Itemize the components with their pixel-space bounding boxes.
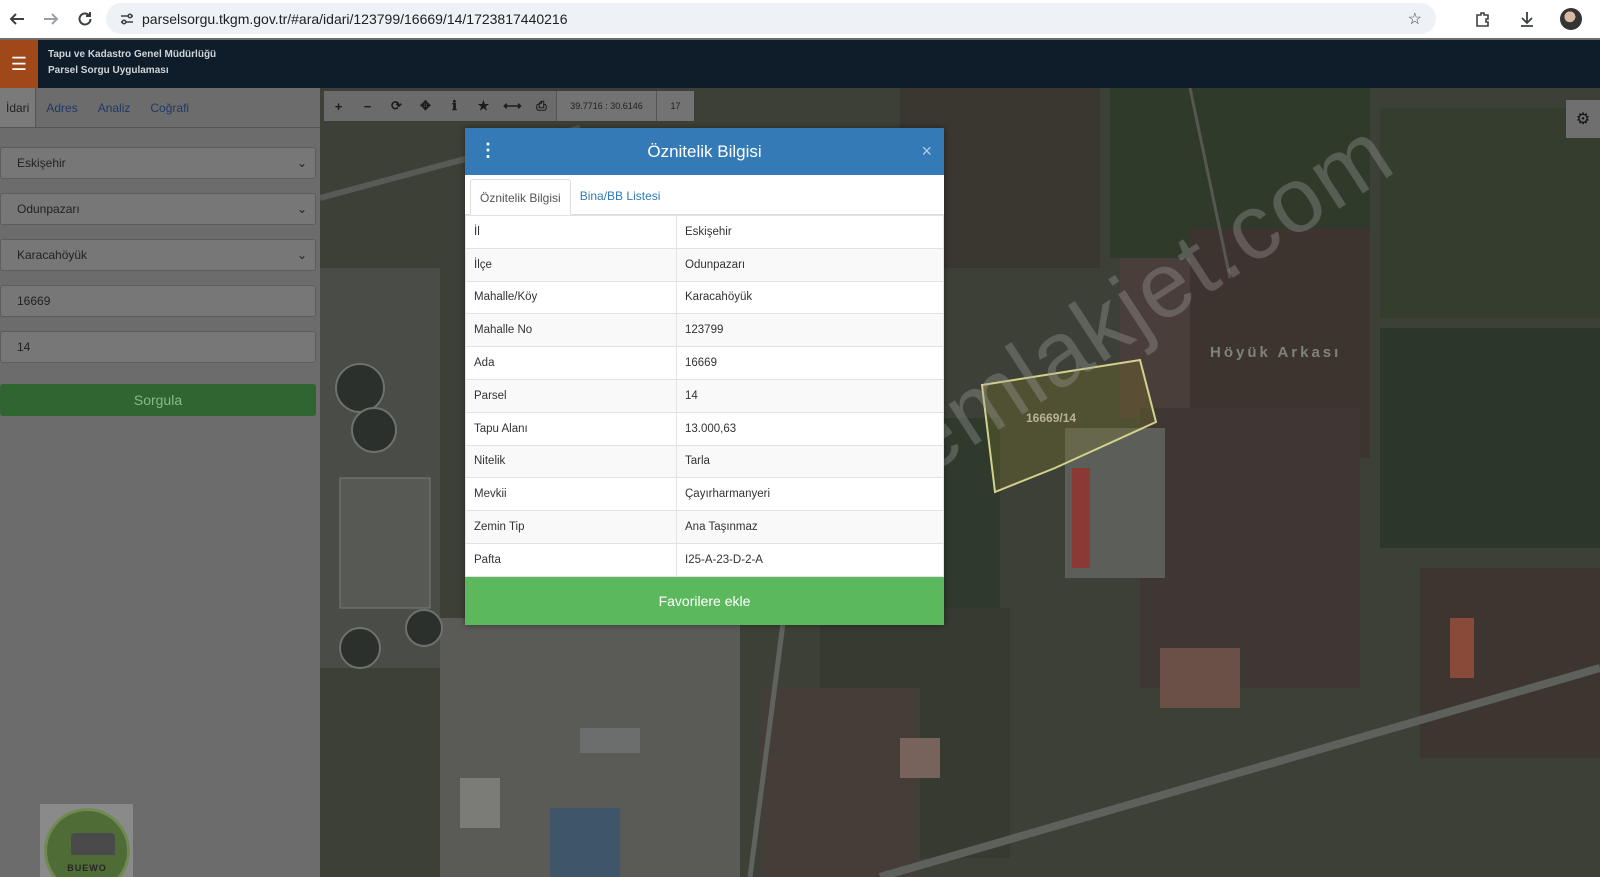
- district-value: Odunpazarı: [17, 202, 80, 216]
- attr-value: 13.000,63: [676, 411, 944, 446]
- attr-value: 16669: [676, 346, 944, 380]
- province-value: Eskişehir: [17, 156, 66, 170]
- address-bar[interactable]: parselsorgu.tkgm.gov.tr/#ara/idari/12379…: [106, 3, 1436, 34]
- table-row: Ada 16669: [465, 346, 944, 380]
- tab-idari[interactable]: İdari: [0, 88, 37, 127]
- attr-key: Tapu Alanı: [465, 411, 677, 446]
- coordinate-readout: 39.7716 : 30.6146: [556, 91, 656, 121]
- attr-key: Pafta: [465, 542, 677, 577]
- attr-key: Parsel: [465, 378, 677, 413]
- table-row: Nitelik Tarla: [465, 444, 944, 479]
- attr-key: Mahalle/Köy: [465, 280, 677, 315]
- table-row: Mevkii Çayırharmanyeri: [465, 477, 944, 512]
- measure-icon[interactable]: ⟷: [498, 91, 527, 121]
- block-input[interactable]: 16669: [0, 285, 316, 317]
- star-icon[interactable]: ★: [469, 91, 498, 121]
- zoom-level: 17: [656, 91, 694, 121]
- chevron-down-icon: ⌄: [296, 248, 307, 262]
- place-label: Höyük Arkası: [1210, 344, 1342, 361]
- browser-toolbar: parselsorgu.tkgm.gov.tr/#ara/idari/12379…: [0, 0, 1600, 38]
- chevron-down-icon: ⌄: [296, 202, 307, 216]
- app-header: ☰ Tapu ve Kadastro Genel Müdürlüğü Parse…: [0, 40, 1600, 88]
- zoom-in-icon[interactable]: +: [324, 91, 353, 121]
- reload-icon[interactable]: [68, 2, 102, 36]
- site-settings-icon[interactable]: [112, 11, 142, 27]
- chevron-down-icon: ⌄: [296, 156, 307, 170]
- modal-tabs: Öznitelik Bilgisi Bina/BB Listesi: [465, 175, 944, 215]
- attr-value: 14: [676, 378, 944, 413]
- info-icon[interactable]: ℹ: [440, 91, 469, 121]
- table-row: Parsel 14: [465, 378, 944, 413]
- attr-value: Eskişehir: [676, 215, 944, 249]
- modal-header: ⋮ Öznitelik Bilgisi ×: [465, 128, 944, 175]
- tab-attribute-info[interactable]: Öznitelik Bilgisi: [470, 179, 571, 215]
- close-icon[interactable]: ×: [921, 141, 932, 162]
- neighborhood-value: Karacahöyük: [17, 248, 88, 262]
- map-toolbar: + − ⟳ ✥ ℹ ★ ⟷ ⎙ 39.7716 : 30.6146 17: [324, 91, 694, 121]
- attr-key: İlçe: [465, 247, 677, 282]
- table-row: İlçe Odunpazarı: [465, 247, 944, 282]
- app-title: Tapu ve Kadastro Genel Müdürlüğü Parsel …: [48, 47, 216, 79]
- search-sidebar: İdari Adres Analiz Coğrafi Eskişehir ⌄ O…: [0, 88, 320, 877]
- tab-analiz[interactable]: Analiz: [88, 88, 141, 127]
- back-icon[interactable]: [0, 2, 34, 36]
- table-row: İl Eskişehir: [465, 215, 944, 249]
- tab-adres[interactable]: Adres: [36, 88, 87, 127]
- menu-icon[interactable]: ☰: [0, 40, 38, 88]
- table-row: Pafta I25-A-23-D-2-A: [465, 542, 944, 577]
- profile-avatar[interactable]: [1560, 8, 1582, 30]
- attr-value: Ana Taşınmaz: [676, 510, 944, 544]
- house-icon: [71, 833, 115, 855]
- table-row: Tapu Alanı 13.000,63: [465, 411, 944, 446]
- neighborhood-select[interactable]: Karacahöyük ⌄: [0, 239, 316, 271]
- query-button[interactable]: Sorgula: [0, 384, 316, 416]
- org-name: Tapu ve Kadastro Genel Müdürlüğü: [48, 49, 217, 60]
- attr-value: Odunpazarı: [676, 247, 944, 282]
- refresh-icon[interactable]: ⟳: [382, 91, 411, 121]
- table-row: Mahalle No 123799: [465, 313, 944, 348]
- bookmark-star-icon[interactable]: ☆: [1408, 9, 1422, 29]
- gear-icon[interactable]: ⚙: [1566, 100, 1600, 138]
- locate-icon[interactable]: ✥: [411, 91, 440, 121]
- parcel-input[interactable]: 14: [0, 331, 316, 363]
- table-row: Zemin Tip Ana Taşınmaz: [465, 510, 944, 544]
- attr-key: Mevkii: [465, 477, 677, 512]
- attr-value: Tarla: [676, 444, 944, 479]
- attr-value: 123799: [676, 313, 944, 348]
- attribute-modal: ⋮ Öznitelik Bilgisi × Öznitelik Bilgisi …: [465, 128, 944, 625]
- search-tabs: İdari Adres Analiz Coğrafi: [0, 88, 320, 128]
- attr-key: İl: [465, 215, 677, 249]
- attr-key: Mahalle No: [465, 313, 677, 348]
- app-name: Parsel Sorgu Uygulaması: [48, 65, 169, 76]
- forward-icon[interactable]: [34, 2, 68, 36]
- tab-building-list[interactable]: Bina/BB Listesi: [571, 178, 670, 214]
- district-select[interactable]: Odunpazarı ⌄: [0, 193, 316, 225]
- attr-key: Ada: [465, 346, 677, 380]
- logo-text: BUEWO: [67, 863, 107, 873]
- province-select[interactable]: Eskişehir ⌄: [0, 147, 316, 179]
- company-logo: BUEWO: [40, 804, 133, 877]
- attribute-table: İl Eskişehir İlçe Odunpazarı Mahalle/Köy Ka…: [465, 215, 944, 577]
- add-favorite-button[interactable]: Favorilere ekle: [465, 577, 944, 625]
- zoom-out-icon[interactable]: −: [353, 91, 382, 121]
- tab-cografi[interactable]: Coğrafi: [140, 88, 199, 127]
- attr-value: Çayırharmanyeri: [676, 477, 944, 512]
- url-text: parselsorgu.tkgm.gov.tr/#ara/idari/12379…: [142, 10, 568, 27]
- print-icon[interactable]: ⎙: [527, 91, 556, 121]
- modal-title: Öznitelik Bilgisi: [647, 142, 762, 161]
- attr-key: Nitelik: [465, 444, 677, 479]
- table-row: Mahalle/Köy Karacahöyük: [465, 280, 944, 315]
- attr-value: Karacahöyük: [676, 280, 944, 315]
- attr-value: I25-A-23-D-2-A: [676, 542, 944, 577]
- extensions-icon[interactable]: [1472, 8, 1494, 30]
- attr-key: Zemin Tip: [465, 510, 677, 544]
- download-icon[interactable]: [1516, 8, 1538, 30]
